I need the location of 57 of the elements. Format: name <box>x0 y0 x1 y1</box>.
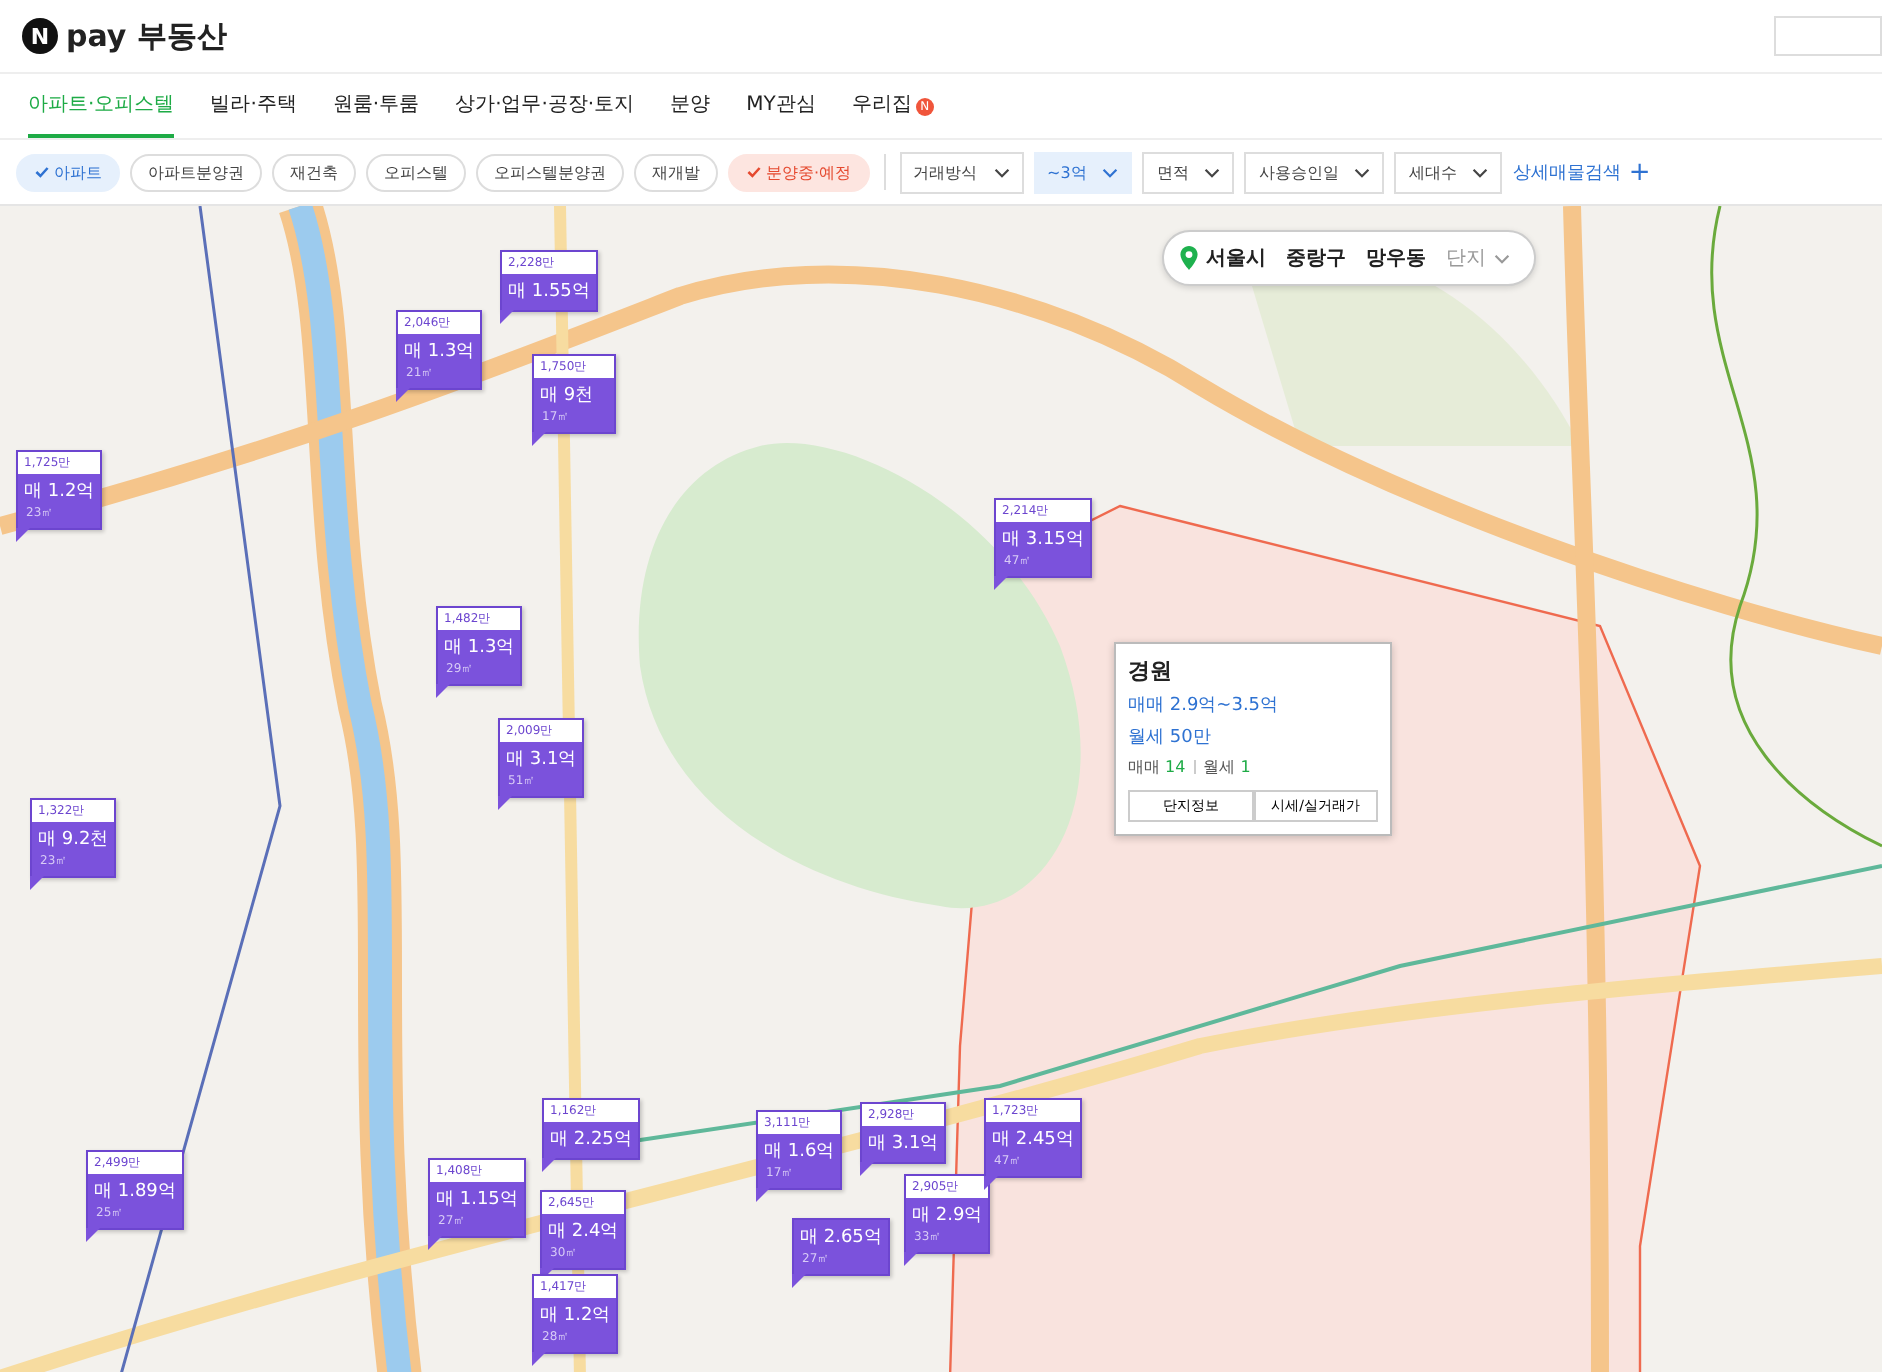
marker-price: 매 3.1억 <box>866 1132 941 1156</box>
logo-badge: N <box>22 18 58 54</box>
marker-price: 매 1.55억 <box>506 280 592 304</box>
filter-chip[interactable]: 오피스텔 <box>366 153 466 191</box>
filter-dropdown[interactable]: 면적 <box>1142 151 1235 193</box>
chevron-down-icon <box>1472 167 1489 177</box>
marker-price: 매 1.89억 <box>92 1180 178 1204</box>
filter-dropdown[interactable]: 세대수 <box>1394 151 1503 193</box>
chevron-down-icon <box>993 167 1010 177</box>
check-icon <box>34 164 50 180</box>
popup-title: 경원 <box>1128 656 1174 686</box>
breadcrumb-item[interactable]: 서울시 <box>1206 244 1266 272</box>
category-tab[interactable]: MY관심 <box>746 74 816 138</box>
marker-price: 매 2.4억 <box>546 1220 621 1244</box>
marker-price: 매 1.2억 <box>538 1304 613 1328</box>
listing-count: 매매 14 <box>1128 756 1186 778</box>
category-tab[interactable]: 원룸·투룸 <box>332 74 420 138</box>
rent-price: 월세 50만 <box>1128 726 1213 750</box>
filter-chip[interactable]: 아파트 <box>16 153 120 191</box>
filter-chip[interactable]: 재건축 <box>272 153 356 191</box>
sale-range: 매매 2.9억~3.5억 <box>1128 694 1281 718</box>
filter-dropdown[interactable]: 사용승인일 <box>1244 151 1385 193</box>
breadcrumb-item[interactable]: 망우동 <box>1366 244 1426 272</box>
category-tab[interactable]: 상가·업무·공장·토지 <box>455 74 635 138</box>
chevron-down-icon <box>1354 167 1371 177</box>
listing-count: 월세 1 <box>1203 756 1251 778</box>
filter-chip[interactable]: 오피스텔분양권 <box>476 153 624 191</box>
check-icon <box>746 164 762 180</box>
filter-chip[interactable]: 분양중·예정 <box>728 153 870 191</box>
location-pin-icon <box>1180 246 1198 270</box>
filter-chip[interactable]: 아파트분양권 <box>130 153 262 191</box>
marker-price: 매 9천 <box>538 384 596 408</box>
marker-price: 매 2.45억 <box>990 1128 1076 1152</box>
marker-price: 매 3.15억 <box>1000 528 1086 552</box>
marker-price: 매 9.2천 <box>36 828 111 852</box>
search-field[interactable] <box>1774 16 1882 56</box>
marker-price: 매 2.65억 <box>798 1226 884 1250</box>
chevron-down-icon <box>1494 253 1510 263</box>
marker-price: 매 1.6억 <box>762 1140 837 1164</box>
marker-price: 매 1.15억 <box>434 1188 520 1212</box>
filter-chip[interactable]: 재개발 <box>634 153 718 191</box>
marker-price: 매 1.2억 <box>22 480 97 504</box>
breadcrumb-item[interactable]: 중랑구 <box>1286 244 1346 272</box>
marker-price: 매 1.3억 <box>402 340 477 364</box>
category-tab[interactable]: 우리집 <box>851 74 912 138</box>
marker-price: 매 2.9억 <box>910 1204 985 1228</box>
chevron-down-icon <box>1102 167 1119 177</box>
category-tab[interactable]: 빌라·주택 <box>210 74 297 138</box>
chevron-down-icon <box>1204 167 1221 177</box>
filter-dropdown[interactable]: ~3억 <box>1033 151 1133 193</box>
marker-price: 매 3.1억 <box>504 748 579 772</box>
category-tab[interactable]: 분양 <box>670 74 711 138</box>
detail-search-link[interactable]: 상세매물검색 + <box>1512 157 1651 187</box>
marker-price: 매 1.3억 <box>442 636 517 660</box>
logo-text: pay 부동산 <box>66 17 227 55</box>
filter-dropdown[interactable]: 거래방식 <box>899 151 1024 193</box>
marker-price: 매 2.25억 <box>548 1128 634 1152</box>
